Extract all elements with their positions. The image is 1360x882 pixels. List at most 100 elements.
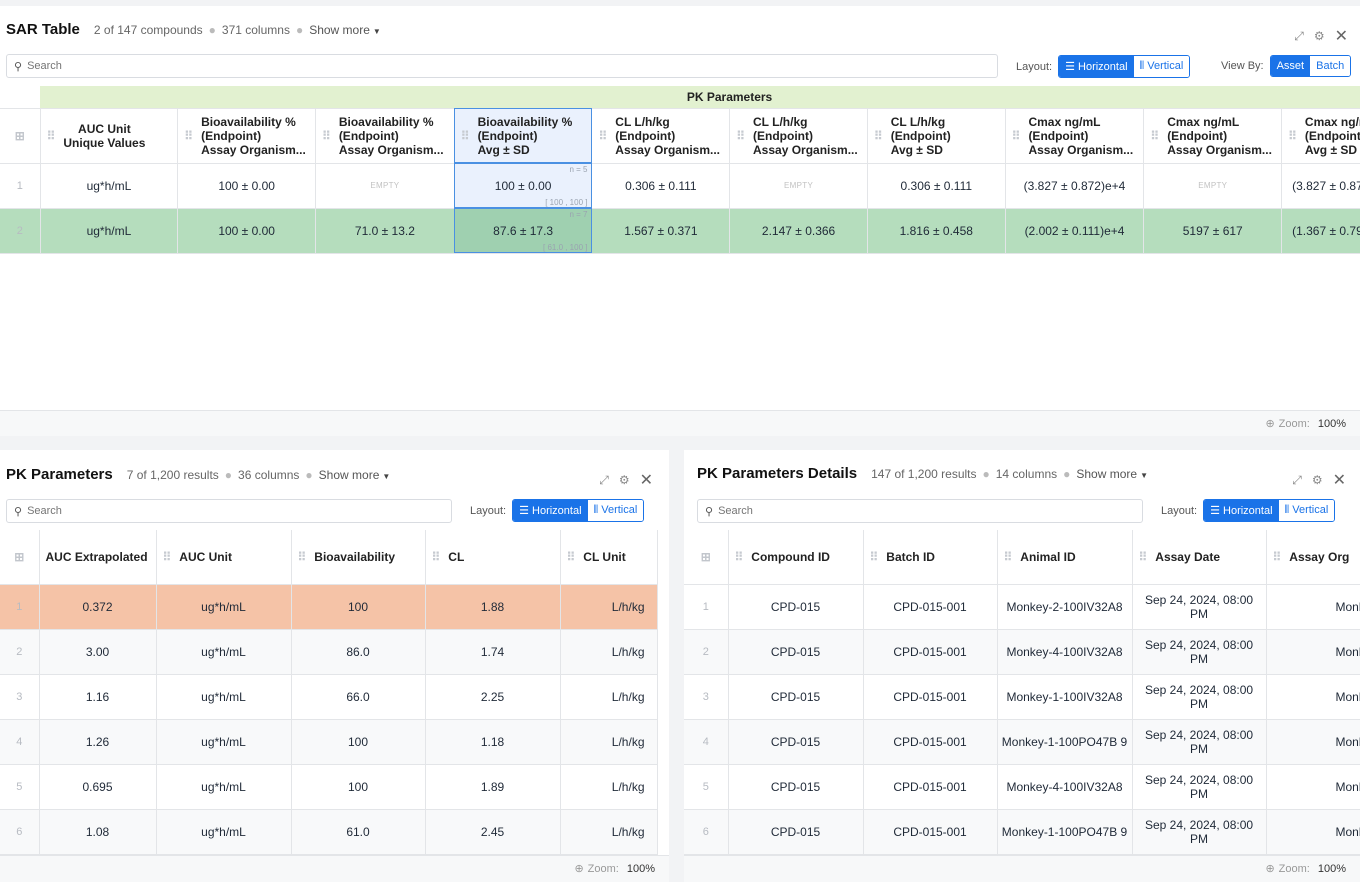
column-header[interactable]: ⠿ CL L/h/kg (Endpoint) Assay Organism...	[591, 108, 731, 164]
close-icon[interactable]: ✕	[1333, 470, 1346, 490]
table-cell[interactable]: Monke	[1266, 809, 1360, 855]
drag-handle-icon[interactable]: ⠿	[874, 129, 883, 143]
table-cell[interactable]: 1.16	[39, 674, 157, 720]
table-cell[interactable]: Sep 24, 2024, 08:00 PM	[1132, 584, 1267, 630]
table-cell[interactable]: 0.695	[39, 764, 157, 810]
table-cell[interactable]: CPD-015	[728, 674, 864, 720]
table-row[interactable]: 4 1.26 ug*h/mL 100 1.18 L/h/kg	[0, 719, 658, 765]
table-row[interactable]: 3 1.16 ug*h/mL 66.0 2.25 L/h/kg	[0, 674, 658, 720]
table-cell[interactable]: ug*h/mL	[156, 809, 292, 855]
table-cell[interactable]: Monke	[1266, 584, 1360, 630]
column-chooser-icon[interactable]: ⊞	[0, 108, 41, 164]
expand-icon[interactable]: ⤢	[1292, 473, 1302, 488]
table-cell[interactable]: Sep 24, 2024, 08:00 PM	[1132, 764, 1267, 810]
column-header[interactable]: ⠿ CL Unit	[560, 530, 658, 585]
table-cell[interactable]: Monkey-4-100IV32A8	[997, 629, 1133, 675]
column-chooser-icon[interactable]: ⊞	[0, 530, 40, 585]
table-cell[interactable]: L/h/kg	[560, 719, 658, 765]
table-cell[interactable]: 100	[291, 764, 426, 810]
table-cell[interactable]: ug*h/mL	[156, 719, 292, 765]
table-cell[interactable]: ug*h/mL	[156, 674, 292, 720]
drag-handle-icon[interactable]: ⠿	[1273, 550, 1282, 564]
column-header[interactable]: ⠿ Compound ID	[728, 530, 864, 585]
column-header[interactable]: ⠿ Bioavailability % (Endpoint) Assay Organi…	[177, 108, 317, 164]
table-row[interactable]: 4 CPD-015 CPD-015-001 Monkey-1-100PO47B 9 Se…	[684, 719, 1360, 765]
gear-icon[interactable]: ⚙	[1314, 29, 1325, 43]
table-cell[interactable]: 1.26	[39, 719, 157, 765]
table-cell[interactable]: 2.147 ± 0.366	[729, 208, 868, 254]
drag-handle-icon[interactable]: ⠿	[598, 129, 607, 143]
table-cell[interactable]: EMPTY	[1143, 163, 1283, 209]
gear-icon[interactable]: ⚙	[619, 473, 630, 487]
table-cell[interactable]: Sep 24, 2024, 08:00 PM	[1132, 629, 1267, 675]
table-cell[interactable]: CPD-015	[728, 764, 864, 810]
table-cell[interactable]: 86.0	[291, 629, 426, 675]
table-row[interactable]: 2 ug*h/mL 100 ± 0.00 71.0 ± 13.2 n = 7 [ 61.0…	[0, 208, 1360, 254]
drag-handle-icon[interactable]: ⠿	[47, 129, 56, 143]
drag-handle-icon[interactable]: ⠿	[1012, 129, 1021, 143]
asset-view-button[interactable]: Asset	[1270, 56, 1311, 76]
search-input[interactable]: ⚲	[697, 499, 1143, 523]
table-row[interactable]: 5 CPD-015 CPD-015-001 Monkey-4-100IV32A8 Sep…	[684, 764, 1360, 810]
table-cell[interactable]: EMPTY	[729, 163, 868, 209]
table-cell[interactable]: EMPTY	[315, 163, 455, 209]
batch-view-button[interactable]: Batch	[1310, 56, 1351, 76]
table-cell[interactable]: Monkey-2-100IV32A8	[997, 584, 1133, 630]
table-cell[interactable]: (2.002 ± 0.111)e+4	[1005, 208, 1145, 254]
column-header[interactable]: AUC Extrapolated	[39, 530, 157, 585]
table-cell[interactable]: 1.18	[425, 719, 561, 765]
drag-handle-icon[interactable]: ⠿	[1004, 550, 1013, 564]
table-cell[interactable]: CPD-015-001	[863, 719, 998, 765]
table-cell[interactable]: ug*h/mL	[156, 764, 292, 810]
table-cell[interactable]: Monkey-4-100IV32A8	[997, 764, 1133, 810]
column-header[interactable]: ⠿ AUC Unit Unique Values	[40, 108, 179, 164]
table-cell[interactable]: ug*h/mL	[40, 163, 179, 209]
column-header[interactable]: ⠿ Assay Org	[1266, 530, 1360, 585]
table-cell[interactable]: L/h/kg	[560, 584, 658, 630]
search-field[interactable]	[27, 505, 377, 517]
table-cell[interactable]: CPD-015-001	[863, 674, 998, 720]
table-cell[interactable]: Sep 24, 2024, 08:00 PM	[1132, 674, 1267, 720]
column-header[interactable]: ⠿ Bioavailability % (Endpoint) Assay Organi…	[315, 108, 455, 164]
column-header[interactable]: ⠿ Animal ID	[997, 530, 1133, 585]
table-cell[interactable]: Monke	[1266, 764, 1360, 810]
table-cell[interactable]: 2.45	[425, 809, 561, 855]
table-cell[interactable]: 100	[291, 719, 426, 765]
drag-handle-icon[interactable]: ⠿	[1139, 550, 1148, 564]
table-cell[interactable]: 0.372	[39, 584, 157, 630]
table-cell[interactable]: 1.74	[425, 629, 561, 675]
column-header[interactable]: ⠿ CL	[425, 530, 561, 585]
column-header[interactable]: ⠿ CL L/h/kg (Endpoint) Avg ± SD	[867, 108, 1006, 164]
drag-handle-icon[interactable]: ⠿	[184, 129, 193, 143]
table-cell[interactable]: CPD-015	[728, 809, 864, 855]
search-input[interactable]: ⚲	[6, 54, 998, 78]
table-cell[interactable]: (1.367 ± 0.797)e+4	[1281, 208, 1360, 254]
table-cell[interactable]: ug*h/mL	[156, 584, 292, 630]
table-cell[interactable]: 2.25	[425, 674, 561, 720]
vertical-layout-button[interactable]: ⫴ Vertical	[1133, 56, 1190, 77]
table-cell[interactable]: n = 7 [ 61.0 , 100 ] 87.6 ± 17.3	[454, 208, 593, 254]
table-cell[interactable]: 61.0	[291, 809, 426, 855]
table-cell[interactable]: L/h/kg	[560, 764, 658, 810]
table-row[interactable]: 5 0.695 ug*h/mL 100 1.89 L/h/kg	[0, 764, 658, 810]
drag-handle-icon[interactable]: ⠿	[1150, 129, 1159, 143]
column-chooser-icon[interactable]: ⊞	[684, 530, 729, 585]
drag-handle-icon[interactable]: ⠿	[736, 129, 745, 143]
drag-handle-icon[interactable]: ⠿	[461, 129, 470, 143]
table-row[interactable]: 6 CPD-015 CPD-015-001 Monkey-1-100PO47B 9 Se…	[684, 809, 1360, 855]
show-more-button[interactable]: Show more ▼	[319, 468, 391, 482]
gear-icon[interactable]: ⚙	[1312, 473, 1323, 487]
horizontal-layout-button[interactable]: ☰ Horizontal	[513, 500, 588, 521]
table-cell[interactable]: 0.306 ± 0.111	[591, 163, 731, 209]
drag-handle-icon[interactable]: ⠿	[567, 550, 576, 564]
table-cell[interactable]: Monkey-1-100IV32A8	[997, 674, 1133, 720]
show-more-button[interactable]: Show more ▼	[1076, 467, 1148, 481]
table-cell[interactable]: CPD-015	[728, 719, 864, 765]
table-cell[interactable]: Monke	[1266, 674, 1360, 720]
table-cell[interactable]: 71.0 ± 13.2	[315, 208, 455, 254]
search-field[interactable]	[27, 60, 814, 72]
search-field[interactable]	[718, 505, 1068, 517]
table-cell[interactable]: L/h/kg	[560, 809, 658, 855]
table-cell[interactable]: ug*h/mL	[40, 208, 179, 254]
table-row[interactable]: 6 1.08 ug*h/mL 61.0 2.45 L/h/kg	[0, 809, 658, 855]
